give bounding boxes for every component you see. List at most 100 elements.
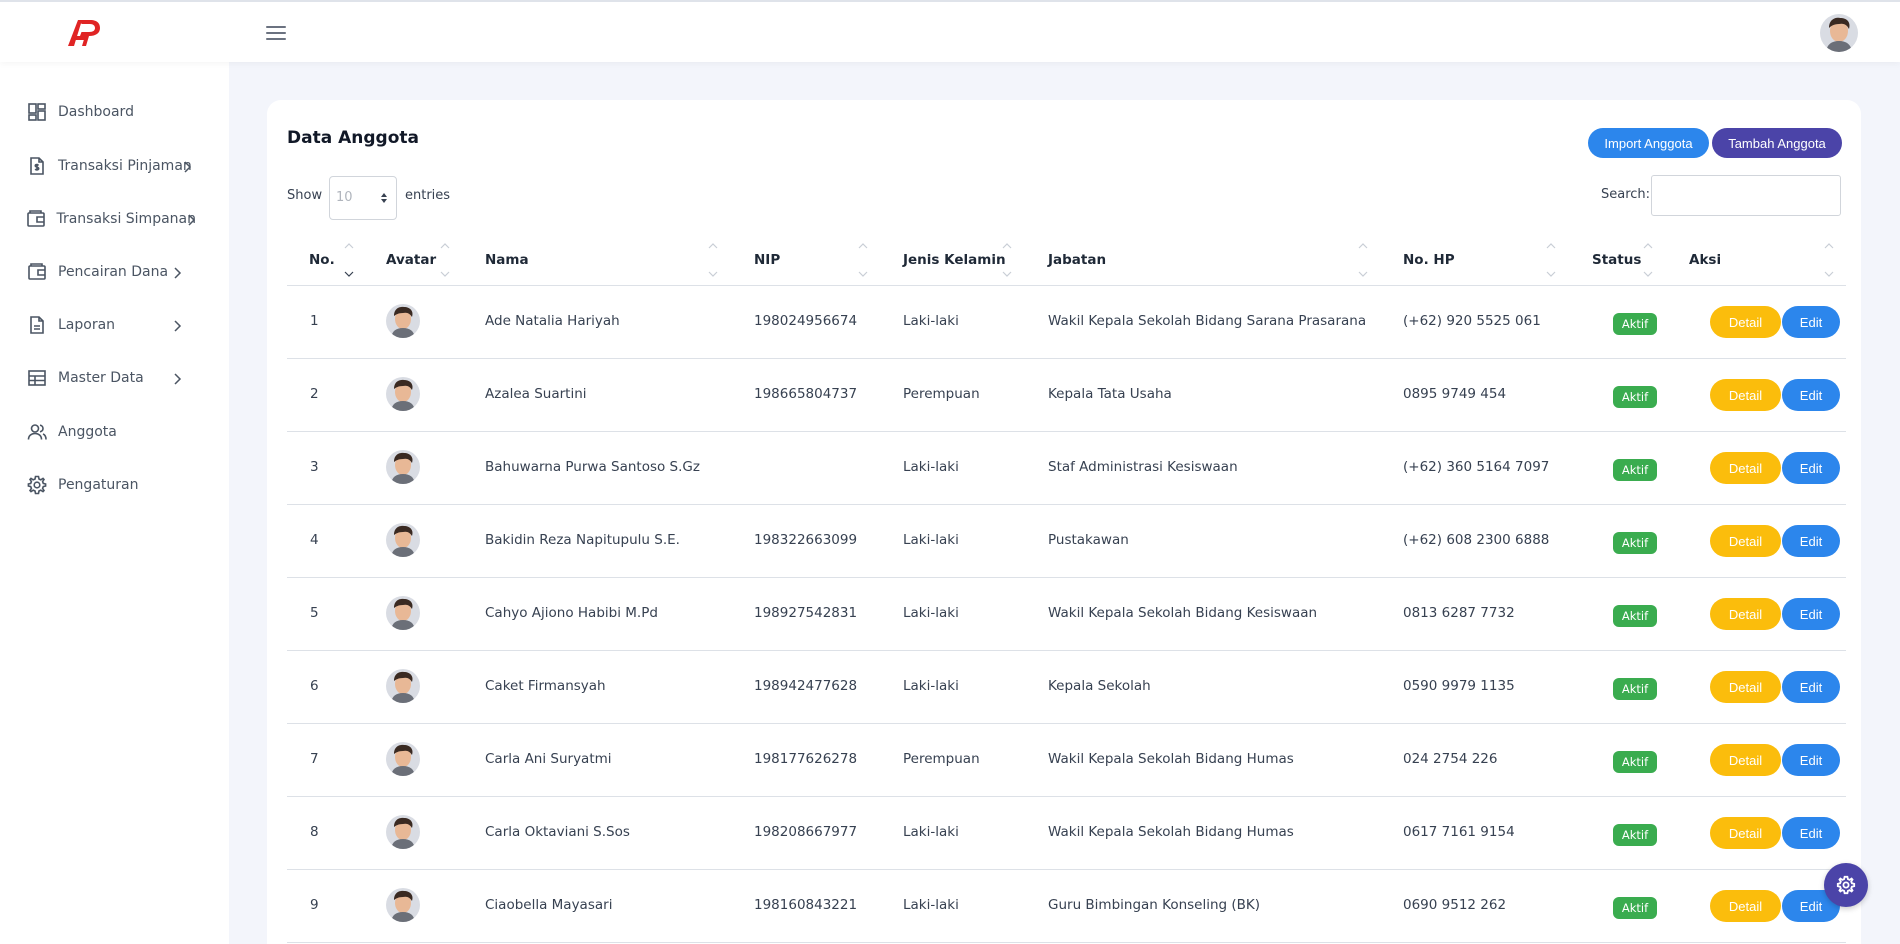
member-phone: 024 2754 226 [1403,751,1498,767]
member-phone: 0617 7161 9154 [1403,824,1515,840]
member-nip: 198024956674 [754,313,858,329]
app-logo[interactable] [66,18,102,48]
member-avatar [386,888,420,922]
member-position: Staf Administrasi Kesiswaan [1048,459,1238,475]
edit-button[interactable]: Edit [1782,452,1840,484]
chevron-right-icon [172,371,182,385]
member-nip: 198160843221 [754,897,858,913]
member-position: Kepala Tata Usaha [1048,386,1172,402]
sidebar-item-dashboard[interactable]: Dashboard [26,98,196,126]
status-badge: Aktif [1613,824,1657,846]
sidebar-item-transaksi-simpanan[interactable]: Transaksi Simpanan [26,205,196,233]
gear-icon [1836,875,1856,895]
status-badge: Aktif [1613,386,1657,408]
member-name: Bahuwarna Purwa Santoso S.Gz [485,459,700,475]
search-input[interactable] [1651,175,1841,216]
sidebar-item-master-data[interactable]: Master Data [26,364,196,392]
sort-icon[interactable] [857,242,869,278]
column-header-no-hp[interactable]: No. HP [1403,252,1455,268]
edit-button[interactable]: Edit [1782,306,1840,338]
column-header-avatar[interactable]: Avatar [386,252,436,268]
table-header: No. Avatar Nama NIP Jenis Kelamin Jabata… [287,232,1846,286]
sidebar-item-label: Laporan [58,317,116,333]
edit-button[interactable]: Edit [1782,744,1840,776]
sort-icon[interactable] [1642,242,1654,278]
detail-button[interactable]: Detail [1710,598,1781,630]
edit-button[interactable]: Edit [1782,379,1840,411]
column-header-nip[interactable]: NIP [754,252,780,268]
detail-button[interactable]: Detail [1710,817,1781,849]
detail-button[interactable]: Detail [1710,525,1781,557]
member-position: Guru Bimbingan Konseling (BK) [1048,897,1261,913]
edit-button[interactable]: Edit [1782,817,1840,849]
chevron-right-icon [172,318,182,332]
detail-button[interactable]: Detail [1710,744,1781,776]
sort-icon[interactable] [439,242,451,278]
member-name: Cahyo Ajiono Habibi M.Pd [485,605,658,621]
column-header-nama[interactable]: Nama [485,252,529,268]
member-position: Wakil Kepala Sekolah Bidang Sarana Prasa… [1048,313,1367,329]
entries-select[interactable]: 10 [329,176,397,220]
sort-icon[interactable] [1823,242,1835,278]
column-header-jenis-kelamin[interactable]: Jenis Kelamin [903,252,1006,268]
chevron-right-icon [172,265,182,279]
table-row: 9 Ciaobella Mayasari 198160843221 Laki-laki… [287,870,1846,943]
member-position: Kepala Sekolah [1048,678,1151,694]
sidebar-item-pengaturan[interactable]: Pengaturan [26,471,196,499]
member-phone: 0813 6287 7732 [1403,605,1515,621]
tambah-anggota-button[interactable]: Tambah Anggota [1712,128,1842,158]
edit-button[interactable]: Edit [1782,671,1840,703]
member-name: Azalea Suartini [485,386,587,402]
sort-icon[interactable] [1357,242,1369,278]
sidebar-item-anggota[interactable]: Anggota [26,418,196,446]
import-anggota-button[interactable]: Import Anggota [1588,128,1709,158]
member-nip: 198322663099 [754,532,858,548]
entries-select-value: 10 [336,190,353,205]
table-row: 7 Carla Ani Suryatmi 198177626278 Perempuan… [287,724,1846,797]
edit-button[interactable]: Edit [1782,598,1840,630]
wallet-icon [26,208,46,230]
settings-fab[interactable] [1824,863,1868,907]
sidebar-item-laporan[interactable]: Laporan [26,311,196,339]
column-header-jabatan[interactable]: Jabatan [1048,252,1106,268]
sidebar-item-label: Dashboard [58,104,134,120]
row-number: 1 [310,313,319,329]
detail-button[interactable]: Detail [1710,379,1781,411]
member-nip: 198927542831 [754,605,858,621]
member-phone: (+62) 360 5164 7097 [1403,459,1550,475]
member-position: Wakil Kepala Sekolah Bidang Humas [1048,824,1294,840]
member-phone: 0590 9979 1135 [1403,678,1515,694]
detail-button[interactable]: Detail [1710,671,1781,703]
user-avatar[interactable] [1820,14,1858,52]
status-badge: Aktif [1613,897,1657,919]
member-position: Wakil Kepala Sekolah Bidang Humas [1048,751,1294,767]
sidebar-item-transaksi-pinjaman[interactable]: Transaksi Pinjaman [26,152,196,180]
detail-button[interactable]: Detail [1710,306,1781,338]
sort-icon[interactable] [1001,242,1013,278]
page-title: Data Anggota [287,128,419,148]
sidebar-item-label: Pencairan Dana [58,264,169,280]
column-header-no[interactable]: No. [309,252,335,268]
member-name: Carla Oktaviani S.Sos [485,824,630,840]
member-name: Bakidin Reza Napitupulu S.E. [485,532,680,548]
gear-icon [26,474,48,496]
table-row: 2 Azalea Suartini 198665804737 Perempuan Kep… [287,359,1846,432]
sidebar-item-pencairan-dana[interactable]: Pencairan Dana [26,258,196,286]
detail-button[interactable]: Detail [1710,890,1781,922]
detail-button[interactable]: Detail [1710,452,1781,484]
file-icon [26,314,48,336]
table-row: 4 Bakidin Reza Napitupulu S.E. 19832266309… [287,505,1846,578]
row-number: 2 [310,386,319,402]
sort-icon[interactable] [707,242,719,278]
sort-icon[interactable] [1545,242,1557,278]
member-nip: 198942477628 [754,678,858,694]
edit-button[interactable]: Edit [1782,525,1840,557]
top-bar [0,0,1900,62]
menu-toggle-icon[interactable] [266,26,286,42]
column-header-status[interactable]: Status [1592,252,1641,268]
member-nip: 198177626278 [754,751,858,767]
row-number: 3 [310,459,319,475]
sort-icon[interactable] [343,242,355,278]
row-number: 8 [310,824,319,840]
status-badge: Aktif [1613,313,1657,335]
